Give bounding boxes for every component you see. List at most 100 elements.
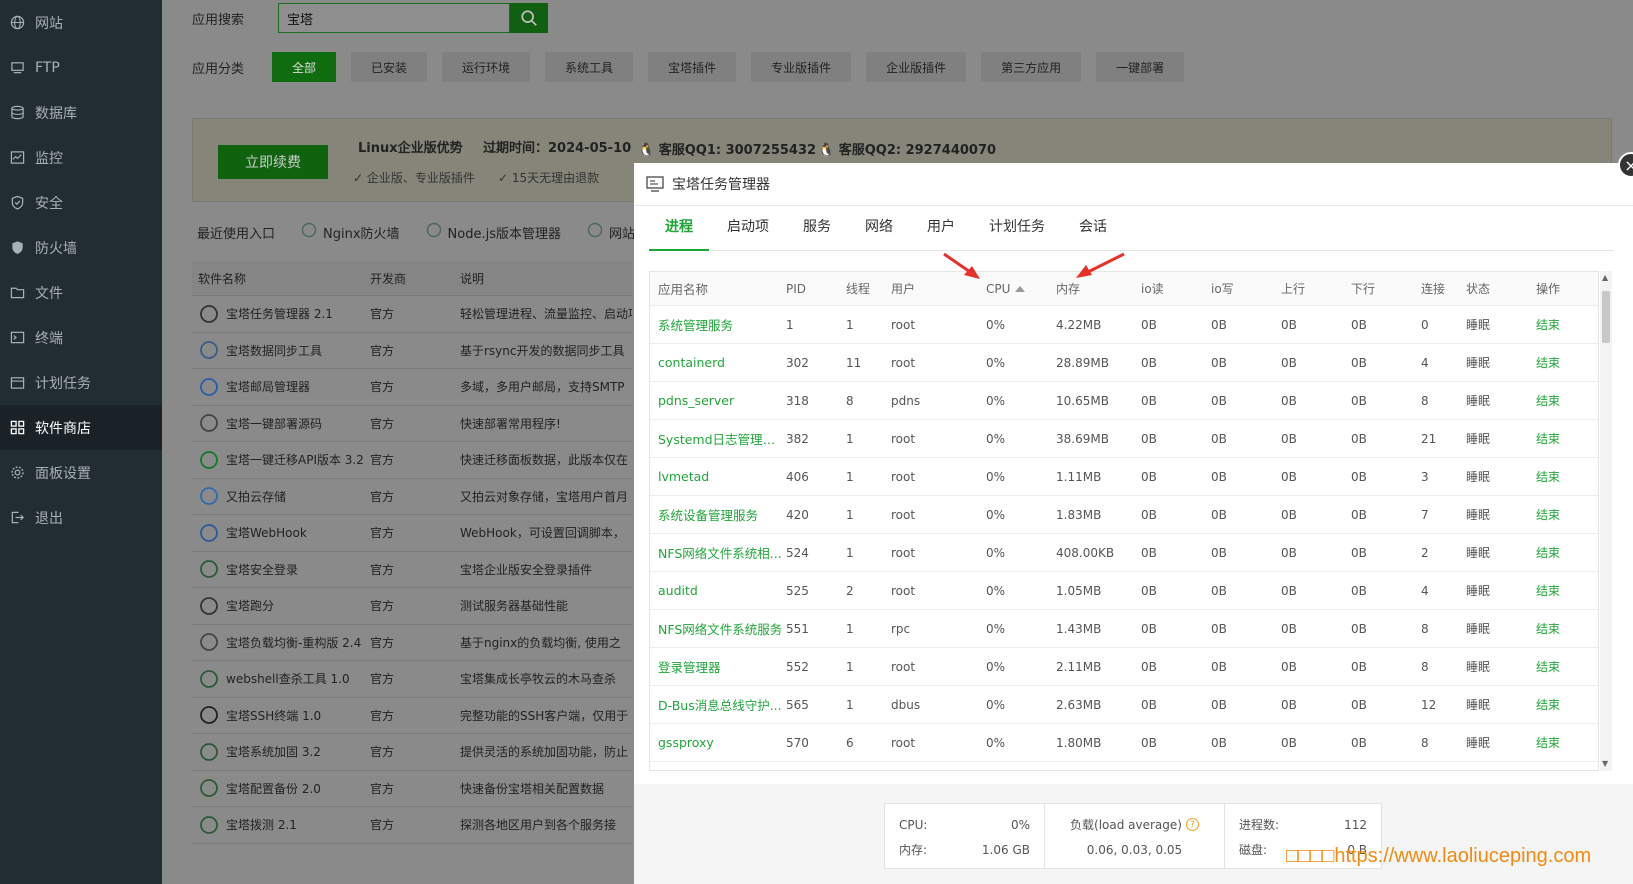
software-row[interactable]: 宝塔拨测 2.1 官方 探测各地区用户到各个服务接: [192, 807, 632, 844]
software-row[interactable]: 宝塔一键迁移API版本 3.2 官方 快速迁移面板数据，此版本仅在: [192, 442, 632, 479]
sidebar-item-7[interactable]: 终端: [0, 315, 162, 360]
recent-item-0[interactable]: Nginx防火墙: [301, 222, 400, 242]
process-table-scrollbar[interactable]: ▲ ▼: [1600, 271, 1612, 771]
process-cell-pid: 302: [786, 355, 809, 370]
process-cell-name[interactable]: NFS网络文件系统服务: [650, 619, 786, 638]
category-button-5[interactable]: 专业版插件: [751, 52, 852, 82]
category-button-3[interactable]: 系统工具: [545, 52, 634, 82]
process-cell-cpu: 0%: [986, 545, 1006, 560]
end-process-button[interactable]: 结束: [1536, 468, 1586, 485]
end-process-button[interactable]: 结束: [1536, 658, 1586, 675]
process-cell-name[interactable]: gssproxy: [650, 735, 786, 750]
tab-6[interactable]: 会话: [1063, 203, 1123, 251]
sidebar-item-3[interactable]: 监控: [0, 135, 162, 180]
process-cell-name[interactable]: containerd: [650, 355, 786, 370]
process-cell-cpu: 0%: [986, 431, 1006, 446]
sidebar-item-10[interactable]: 面板设置: [0, 450, 162, 495]
process-cell-iow: 0B: [1211, 393, 1227, 408]
end-process-button[interactable]: 结束: [1536, 354, 1586, 371]
process-cell-name[interactable]: Systemd日志管理服...: [650, 429, 786, 448]
sidebar-item-1[interactable]: FTP: [0, 45, 162, 90]
tab-0[interactable]: 进程: [649, 203, 709, 251]
software-row[interactable]: 宝塔SSH终端 1.0 官方 完整功能的SSH客户端，仅用于: [192, 698, 632, 734]
process-cell-name[interactable]: lvmetad: [650, 469, 786, 484]
process-header-st: 状态: [1466, 280, 1536, 297]
tab-4[interactable]: 用户: [911, 203, 971, 251]
scroll-up-icon[interactable]: ▲: [1602, 273, 1608, 282]
end-process-button[interactable]: 结束: [1536, 582, 1586, 599]
category-button-0[interactable]: 全部: [272, 52, 337, 82]
process-cell-name[interactable]: auditd: [650, 583, 786, 598]
software-row[interactable]: 宝塔数据同步工具 官方 基于rsync开发的数据同步工具: [192, 333, 632, 369]
software-row[interactable]: 又拍云存储 官方 又拍云对象存储，宝塔用户首月: [192, 479, 632, 515]
process-cell-name[interactable]: NFS网络文件系统相...: [650, 543, 786, 562]
process-cell-name[interactable]: 登录管理器: [650, 657, 786, 676]
software-row[interactable]: 宝塔一键部署源码 官方 快速部署常用程序!: [192, 406, 632, 442]
process-cell-name[interactable]: 系统管理服务: [650, 315, 786, 334]
promo-qq2[interactable]: 🐧 客服QQ2: 2927440070: [818, 139, 996, 158]
end-process-button[interactable]: 结束: [1536, 734, 1586, 751]
help-icon[interactable]: ?: [1185, 818, 1199, 831]
process-cell-name[interactable]: pdns_server: [650, 393, 786, 408]
category-button-7[interactable]: 第三方应用: [981, 52, 1082, 82]
end-process-button[interactable]: 结束: [1536, 696, 1586, 713]
process-cell-user: root: [891, 507, 916, 522]
check-icon: ✓: [498, 171, 512, 185]
process-cell-pid: 552: [786, 659, 809, 674]
renew-button[interactable]: 立即续费: [218, 145, 328, 179]
recent-item-1[interactable]: Node.js版本管理器: [426, 222, 561, 242]
search-input[interactable]: [278, 3, 510, 33]
process-cell-name[interactable]: D-Bus消息总线守护...: [650, 695, 786, 714]
software-row[interactable]: 宝塔邮局管理器 官方 多域，多用户邮局，支持SMTP: [192, 369, 632, 406]
scroll-thumb[interactable]: [1602, 291, 1610, 343]
process-cell-cpu: 0%: [986, 621, 1006, 636]
sidebar-item-0[interactable]: 网站: [0, 0, 162, 45]
software-row[interactable]: 宝塔WebHook 官方 WebHook，可设置回调脚本，: [192, 515, 632, 552]
end-process-button[interactable]: 结束: [1536, 620, 1586, 637]
promo-qq1[interactable]: 🐧 客服QQ1: 3007255432: [638, 139, 816, 158]
tab-2[interactable]: 服务: [787, 203, 847, 251]
sidebar-item-6[interactable]: 文件: [0, 270, 162, 315]
end-process-button[interactable]: 结束: [1536, 506, 1586, 523]
software-row[interactable]: 宝塔跑分 官方 测试服务器基础性能: [192, 588, 632, 625]
software-row[interactable]: 宝塔任务管理器 2.1 官方 轻松管理进程、流量监控、启动项: [192, 296, 632, 333]
software-row[interactable]: webshell查杀工具 1.0 官方 宝塔集成长亭牧云的木马查杀: [192, 661, 632, 698]
tab-3[interactable]: 网络: [849, 203, 909, 251]
tab-5[interactable]: 计划任务: [973, 203, 1061, 251]
software-row[interactable]: 宝塔负载均衡-重构版 2.4 官方 基于nginx的负载均衡, 使用之: [192, 625, 632, 661]
process-cell-st: 睡眠: [1466, 622, 1491, 636]
category-button-8[interactable]: 一键部署: [1096, 52, 1185, 82]
process-cell-st: 睡眠: [1466, 698, 1491, 712]
sidebar-item-5[interactable]: 防火墙: [0, 225, 162, 270]
end-process-button[interactable]: 结束: [1536, 316, 1586, 333]
search-button[interactable]: [510, 3, 548, 33]
sidebar-item-4[interactable]: 安全: [0, 180, 162, 225]
sidebar-item-2[interactable]: 数据库: [0, 90, 162, 135]
software-row[interactable]: 宝塔安全登录 官方 宝塔企业版安全登录插件: [192, 552, 632, 588]
software-header-cell: 开发商: [370, 272, 407, 286]
software-row[interactable]: 宝塔系统加固 3.2 官方 提供灵活的系统加固功能，防止: [192, 734, 632, 771]
process-cell-conn: 3: [1421, 469, 1429, 484]
tab-1[interactable]: 启动项: [711, 203, 785, 251]
sidebar-item-11[interactable]: 退出: [0, 495, 162, 540]
category-label: 应用分类: [192, 61, 245, 77]
category-button-4[interactable]: 宝塔插件: [648, 52, 737, 82]
sort-asc-icon[interactable]: [1015, 286, 1026, 292]
process-header-cpu[interactable]: CPU: [986, 282, 1056, 296]
end-process-button[interactable]: 结束: [1536, 544, 1586, 561]
end-process-button[interactable]: 结束: [1536, 430, 1586, 447]
scroll-down-icon[interactable]: ▼: [1602, 759, 1608, 768]
category-button-6[interactable]: 企业版插件: [866, 52, 967, 82]
software-row[interactable]: 宝塔配置备份 2.0 官方 快速备份宝塔相关配置数据: [192, 771, 632, 807]
recent-item-label: 网站: [609, 226, 636, 242]
process-header-label: 下行: [1351, 282, 1376, 296]
category-button-1[interactable]: 已安装: [351, 52, 428, 82]
process-cell-cpu: 0%: [986, 735, 1006, 750]
sidebar-item-8[interactable]: 计划任务: [0, 360, 162, 405]
process-cell-name[interactable]: 系统设备管理服务: [650, 505, 786, 524]
category-button-2[interactable]: 运行环境: [442, 52, 531, 82]
recent-item-2[interactable]: 网站: [587, 222, 635, 242]
process-cell-up: 0B: [1281, 355, 1297, 370]
end-process-button[interactable]: 结束: [1536, 392, 1586, 409]
sidebar-item-9[interactable]: 软件商店: [0, 405, 162, 450]
